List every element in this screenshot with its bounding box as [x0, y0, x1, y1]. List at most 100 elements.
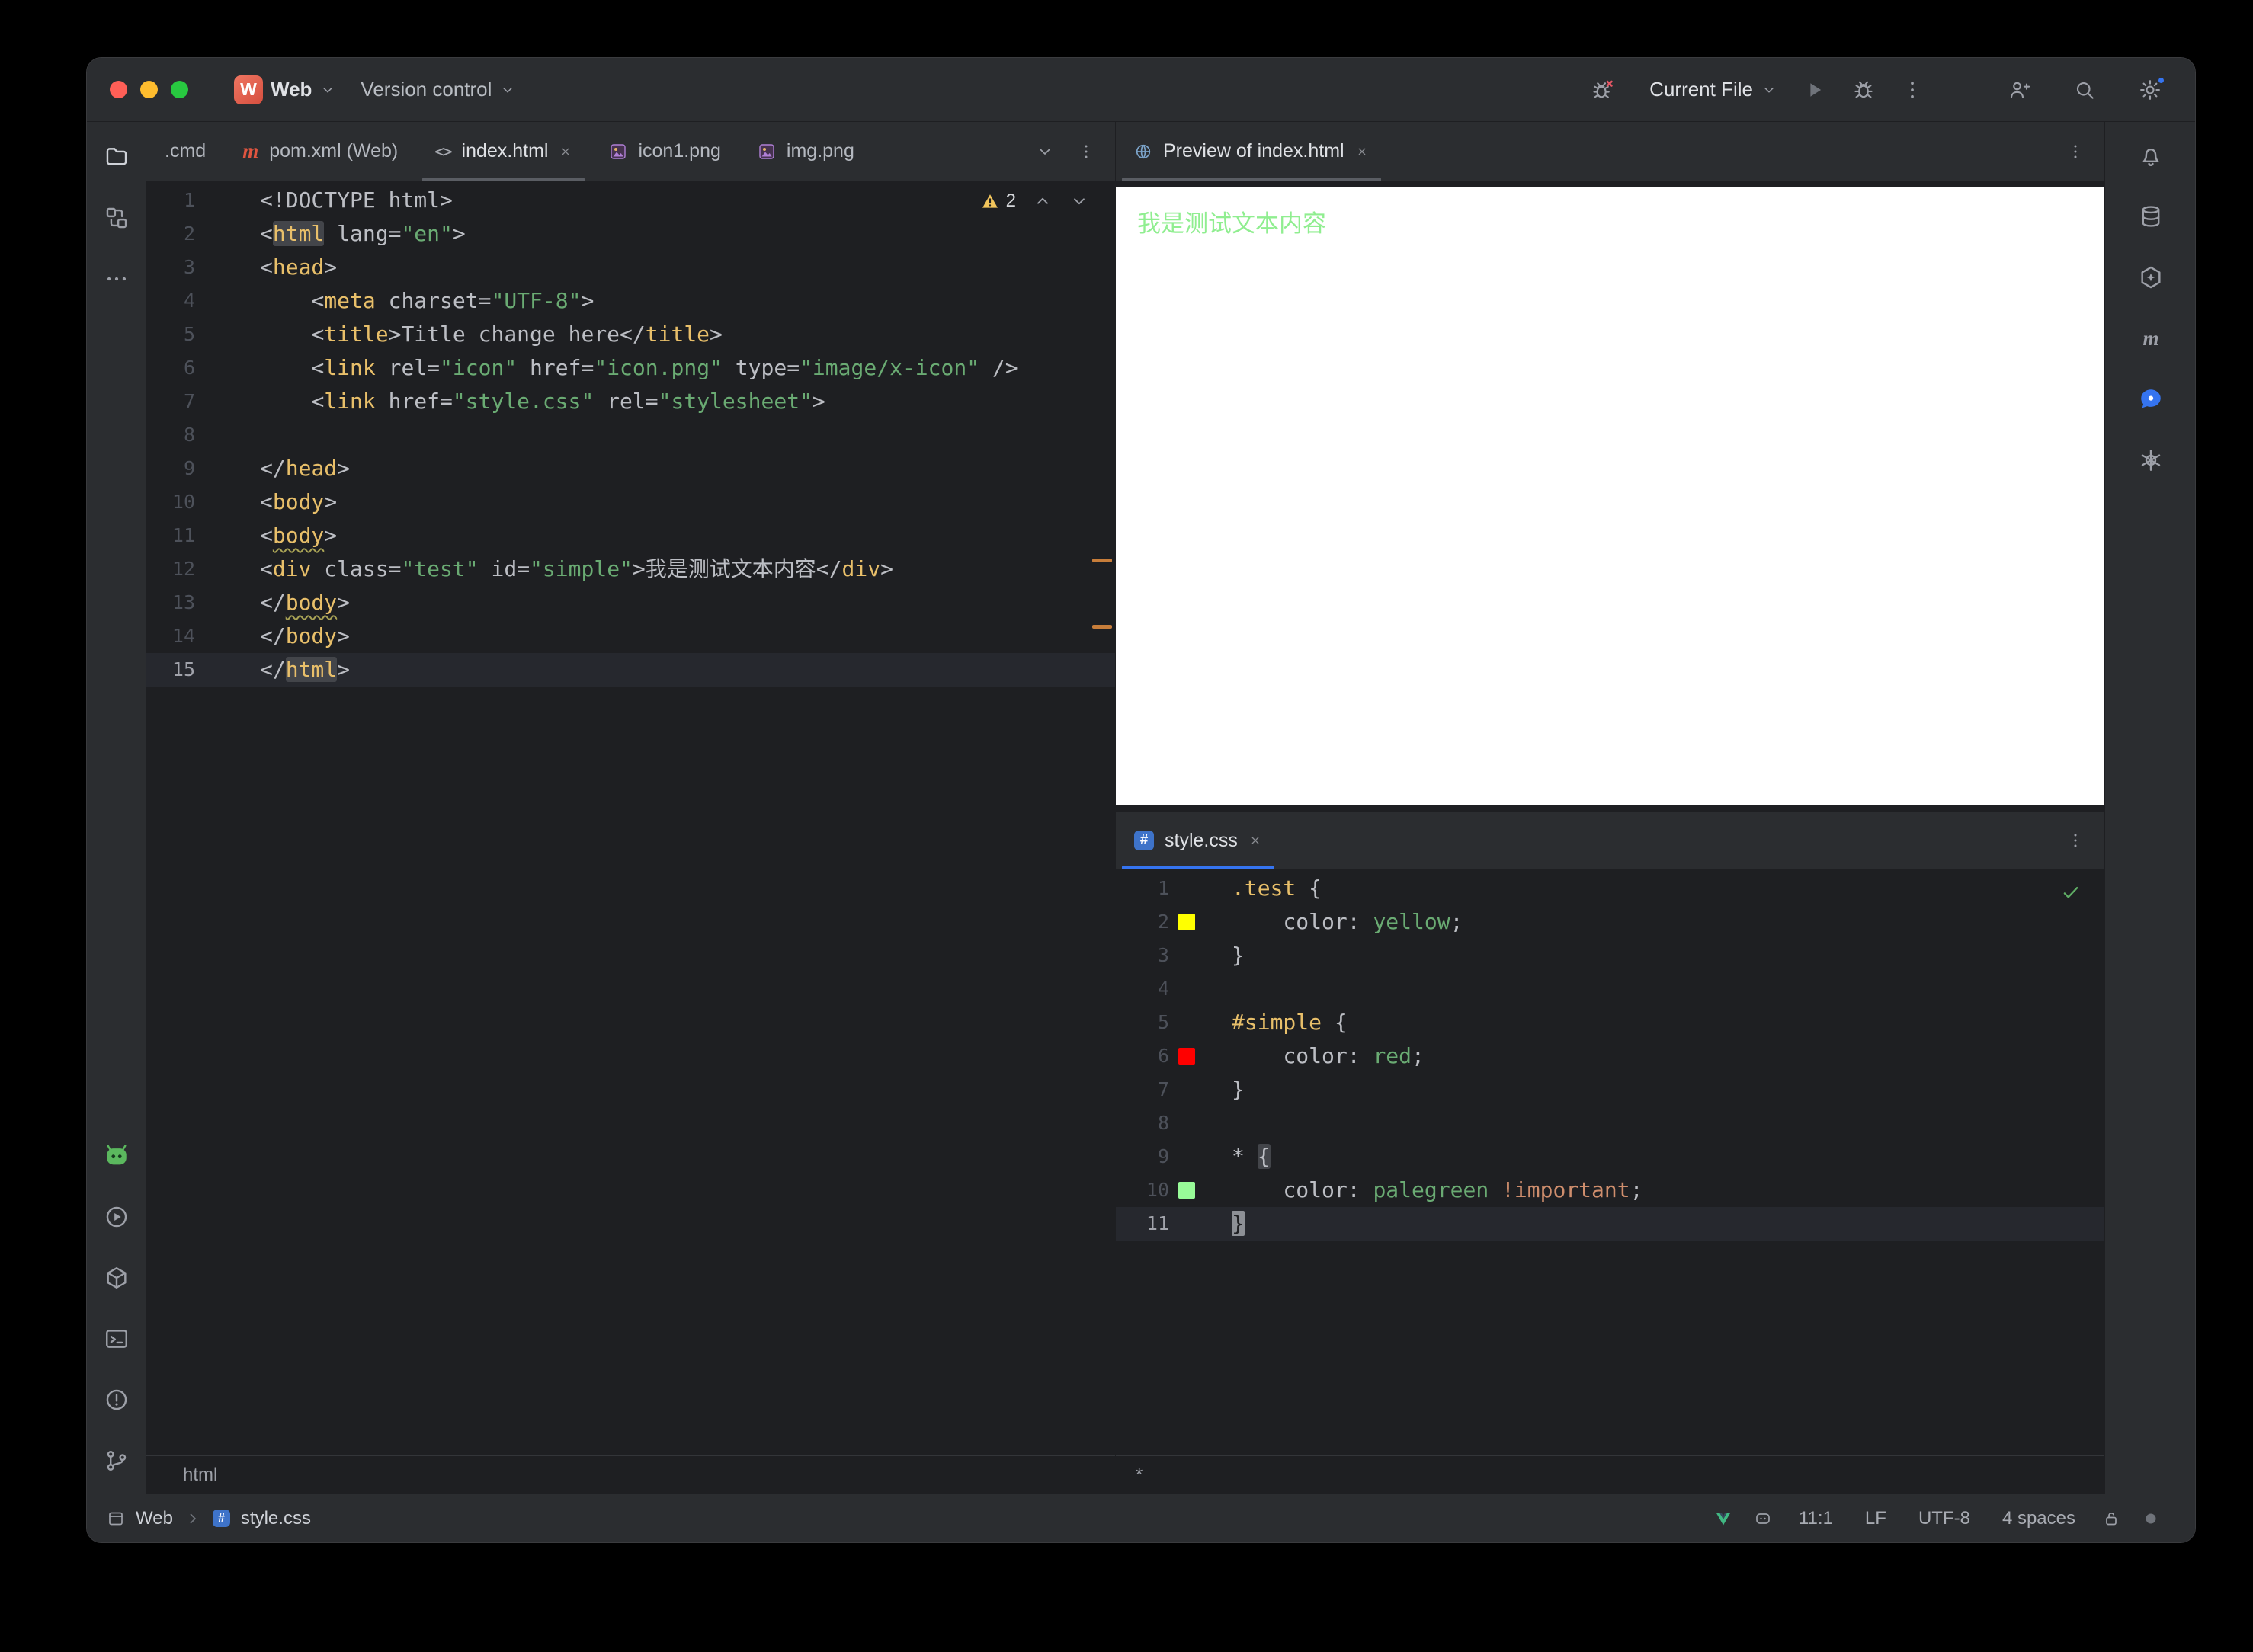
line-number[interactable]: 2	[1116, 905, 1169, 939]
code-line[interactable]: 1 <!DOCTYPE html>	[146, 184, 1115, 217]
search-everywhere-icon[interactable]	[2073, 78, 2096, 101]
html-breadcrumbs[interactable]: html	[146, 1455, 1115, 1494]
close-icon[interactable]	[1355, 145, 1369, 158]
code-line[interactable]: 12 <div class="test" id="simple">我是测试文本内容…	[146, 552, 1115, 586]
line-number[interactable]: 8	[1116, 1106, 1169, 1140]
more-actions-icon[interactable]	[1901, 78, 1924, 101]
ai-assistant-icon[interactable]	[2128, 247, 2174, 308]
database-icon[interactable]	[2128, 186, 2174, 247]
editor-tab-icon1-png[interactable]: icon1.png	[591, 122, 739, 181]
line-number[interactable]: 7	[146, 385, 195, 418]
code-line[interactable]: 2 <html lang="en">	[146, 217, 1115, 251]
line-number[interactable]: 11	[146, 519, 195, 552]
version-control-icon[interactable]	[94, 1430, 139, 1491]
code-line[interactable]: 15 </html>	[146, 653, 1115, 687]
next-problem-chevron-icon[interactable]	[1069, 191, 1089, 211]
line-separator-widget[interactable]: LF	[1849, 1508, 1902, 1529]
code-line[interactable]: 11 <body>	[146, 519, 1115, 552]
ai-chat-icon[interactable]	[2128, 369, 2174, 430]
line-number[interactable]: 3	[1116, 939, 1169, 972]
run-button[interactable]	[1803, 78, 1826, 101]
line-number[interactable]: 2	[146, 217, 195, 251]
css-breadcrumbs[interactable]: *	[1116, 1455, 2104, 1494]
line-number[interactable]: 10	[1116, 1173, 1169, 1207]
code-line[interactable]: 5 #simple {	[1116, 1006, 2104, 1039]
code-line[interactable]: 1 .test {	[1116, 872, 2104, 905]
indent-widget[interactable]: 4 spaces	[1986, 1508, 2091, 1529]
code-line[interactable]: 3 <head>	[146, 251, 1115, 284]
gutter-color-swatch[interactable]	[1178, 1182, 1195, 1199]
maven-icon[interactable]: m	[2128, 308, 2174, 369]
project-window-icon[interactable]	[107, 1510, 125, 1528]
debugger-error-icon[interactable]	[1591, 78, 1614, 101]
error-stripe-mark[interactable]	[1092, 559, 1112, 562]
lock-icon[interactable]	[2091, 1510, 2131, 1528]
line-number[interactable]: 3	[146, 251, 195, 284]
encoding-widget[interactable]: UTF-8	[1902, 1508, 1986, 1529]
code-line[interactable]: 8	[1116, 1106, 2104, 1140]
code-line[interactable]: 10 color: palegreen !important;	[1116, 1173, 2104, 1207]
run-configuration-selector[interactable]: Current File	[1649, 78, 1777, 101]
code-line[interactable]: 6 color: red;	[1116, 1039, 2104, 1073]
code-line[interactable]: 2 color: yellow;	[1116, 905, 2104, 939]
code-line[interactable]: 11}	[1116, 1207, 2104, 1241]
line-number[interactable]: 5	[1116, 1006, 1169, 1039]
code-line[interactable]: 4 <meta charset="UTF-8">	[146, 284, 1115, 318]
status-project-name[interactable]: Web	[136, 1508, 173, 1529]
line-number[interactable]: 7	[1116, 1073, 1169, 1106]
line-number[interactable]: 1	[146, 184, 195, 217]
breadcrumb-item[interactable]: html	[183, 1465, 217, 1486]
line-number[interactable]: 5	[146, 318, 195, 351]
line-number[interactable]: 15	[146, 653, 195, 687]
code-line[interactable]: 7 <link href="style.css" rel="stylesheet…	[146, 385, 1115, 418]
project-widget[interactable]: W Web	[222, 69, 348, 111]
editor-tab-img-png[interactable]: img.png	[739, 122, 873, 181]
gutter-color-swatch[interactable]	[1178, 1048, 1195, 1065]
line-number[interactable]: 12	[146, 552, 195, 586]
ai-status-icon[interactable]	[1743, 1510, 1783, 1528]
code-line[interactable]: 9 </head>	[146, 452, 1115, 485]
line-number[interactable]: 1	[1116, 872, 1169, 905]
debug-button[interactable]	[1852, 78, 1875, 101]
openai-icon[interactable]	[2128, 430, 2174, 491]
build-icon[interactable]	[94, 1247, 139, 1308]
code-line[interactable]: 5 <title>Title change here</title>	[146, 318, 1115, 351]
close-icon[interactable]	[1248, 834, 1262, 847]
line-number[interactable]: 10	[146, 485, 195, 519]
project-folder-icon[interactable]	[94, 126, 139, 187]
line-number[interactable]: 13	[146, 586, 195, 620]
line-number[interactable]: 14	[146, 620, 195, 653]
error-stripe-mark[interactable]	[1092, 625, 1112, 629]
inspections-ok-icon[interactable]	[2060, 882, 2082, 903]
vue-icon[interactable]	[1703, 1510, 1743, 1528]
line-number[interactable]: 11	[1116, 1207, 1169, 1241]
code-line[interactable]: 10 <body>	[146, 485, 1115, 519]
services-run-icon[interactable]	[94, 1186, 139, 1247]
problems-icon[interactable]	[94, 1369, 139, 1430]
more-icon[interactable]	[94, 248, 139, 309]
tab-preview-of-index-html[interactable]: Preview of index.html	[1116, 122, 1387, 181]
gutter-color-swatch[interactable]	[1178, 914, 1195, 930]
zoom-window-button[interactable]	[171, 81, 188, 98]
close-icon[interactable]	[559, 145, 572, 158]
code-line[interactable]: 3}	[1116, 939, 2104, 972]
editor-tab-cmd[interactable]: .cmd	[146, 122, 224, 181]
code-with-me-add-user-icon[interactable]	[2008, 78, 2030, 101]
code-line[interactable]: 14 </body>	[146, 620, 1115, 653]
inspections-widget[interactable]: 2	[980, 190, 1089, 212]
close-window-button[interactable]	[110, 81, 127, 98]
line-number[interactable]: 9	[146, 452, 195, 485]
caret-position-widget[interactable]: 11:1	[1783, 1508, 1849, 1529]
previous-problem-chevron-icon[interactable]	[1033, 191, 1053, 211]
line-number[interactable]: 9	[1116, 1140, 1169, 1173]
hidden-tabs-chevron-icon[interactable]	[1036, 142, 1054, 161]
minimize-window-button[interactable]	[140, 81, 158, 98]
tab-style-css[interactable]: # style.css	[1116, 812, 1280, 869]
breadcrumb-item[interactable]: *	[1136, 1465, 1143, 1486]
html-editor[interactable]: 2 1 <!DOCTYPE html> 2 <html lang="en"> 3 <hea…	[146, 181, 1115, 1455]
code-line[interactable]: 4	[1116, 972, 2104, 1006]
line-number[interactable]: 6	[146, 351, 195, 385]
line-number[interactable]: 6	[1116, 1039, 1169, 1073]
code-line[interactable]: 8	[146, 418, 1115, 452]
tab-options-kebab-icon[interactable]	[1077, 142, 1095, 161]
